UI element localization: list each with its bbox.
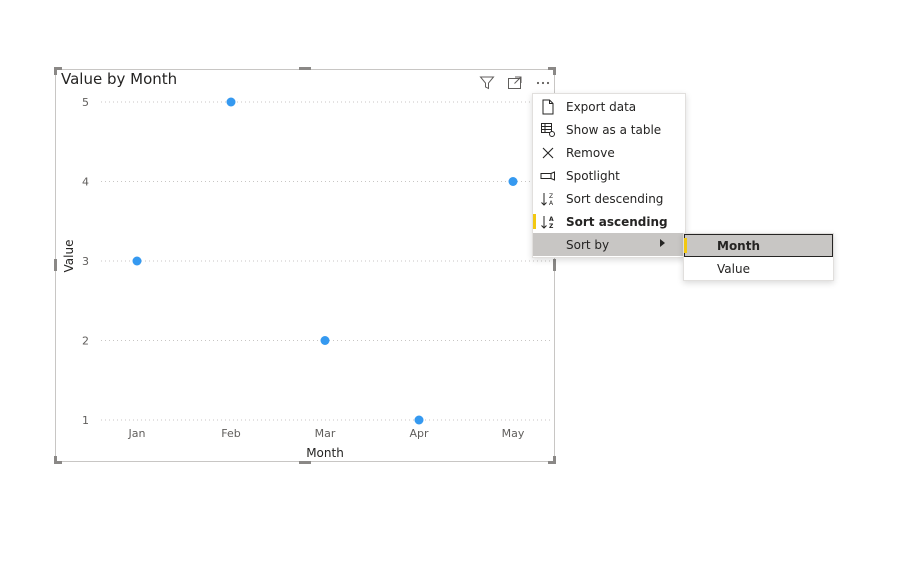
visual-title: Value by Month <box>61 70 178 88</box>
x-tick-label: Apr <box>409 427 429 440</box>
menu-item-sort-by[interactable]: Sort by <box>533 233 685 256</box>
resize-handle-top-left-v[interactable] <box>54 67 57 75</box>
resize-handle-bottom[interactable] <box>299 461 311 464</box>
resize-handle-left[interactable] <box>54 259 57 271</box>
y-tick-label: 1 <box>82 414 89 427</box>
caret-right-icon <box>660 239 665 247</box>
submenu-item-label: Month <box>717 238 761 253</box>
menu-item-label: Sort by <box>566 237 610 252</box>
resize-handle-top-right-v[interactable] <box>553 67 556 75</box>
y-axis-ticks: 1 2 3 4 5 <box>82 96 89 427</box>
more-options-icon[interactable] <box>534 74 552 92</box>
menu-item-show-as-table[interactable]: Show as a table <box>533 118 685 141</box>
menu-item-label: Remove <box>566 145 615 160</box>
sort-descending-icon: Z A <box>540 191 556 207</box>
menu-item-spotlight[interactable]: Spotlight <box>533 164 685 187</box>
menu-item-sort-ascending[interactable]: A Z Sort ascending <box>533 210 685 233</box>
x-tick-label: May <box>502 427 525 440</box>
x-tick-label: Jan <box>128 427 146 440</box>
active-indicator <box>684 238 687 253</box>
menu-item-label: Show as a table <box>566 122 662 137</box>
y-tick-label: 5 <box>82 96 89 109</box>
show-as-table-icon <box>540 122 556 138</box>
sort-ascending-icon: A Z <box>540 214 556 230</box>
svg-text:A: A <box>549 216 554 223</box>
data-point[interactable] <box>414 415 424 425</box>
submenu-item-month[interactable]: Month <box>684 234 833 257</box>
context-menu: Export data Show as a table Remove Spotl… <box>532 93 686 258</box>
chart-plot-area: 1 2 3 4 5 Jan Feb Mar Apr May Value Month <box>62 96 552 460</box>
menu-item-label: Sort descending <box>566 191 664 206</box>
focus-mode-icon[interactable] <box>506 74 524 92</box>
resize-handle-bottom-left-v[interactable] <box>54 456 57 464</box>
data-point[interactable] <box>226 97 236 107</box>
y-axis-title: Value <box>62 240 76 273</box>
submenu-item-value[interactable]: Value <box>684 257 833 280</box>
y-tick-label: 2 <box>82 335 89 348</box>
x-tick-label: Feb <box>221 427 240 440</box>
spotlight-icon <box>540 168 556 184</box>
resize-handle-top[interactable] <box>299 67 311 70</box>
y-tick-label: 3 <box>82 255 89 268</box>
menu-item-remove[interactable]: Remove <box>533 141 685 164</box>
x-tick-label: Mar <box>315 427 336 440</box>
menu-item-sort-descending[interactable]: Z A Sort descending <box>533 187 685 210</box>
x-axis-ticks: Jan Feb Mar Apr May <box>128 427 525 440</box>
scatter-visual[interactable]: 1 2 3 4 5 Jan Feb Mar Apr May Value Month Value … <box>55 69 555 462</box>
data-point[interactable] <box>508 177 518 186</box>
resize-handle-right[interactable] <box>553 259 556 271</box>
menu-item-label: Export data <box>566 99 637 114</box>
active-indicator <box>533 214 536 229</box>
sort-by-submenu: Month Value <box>683 233 834 281</box>
menu-item-label: Sort ascending <box>566 214 668 229</box>
resize-handle-bottom-right-v[interactable] <box>553 456 556 464</box>
x-axis-title: Month <box>306 446 344 460</box>
y-tick-label: 4 <box>82 176 89 189</box>
submenu-item-label: Value <box>717 261 750 276</box>
svg-text:Z: Z <box>549 223 554 230</box>
data-point[interactable] <box>320 336 330 345</box>
filter-icon[interactable] <box>478 74 496 92</box>
svg-text:A: A <box>549 200 554 207</box>
data-point[interactable] <box>132 256 142 266</box>
menu-item-export-data[interactable]: Export data <box>533 95 685 118</box>
menu-item-label: Spotlight <box>566 168 620 183</box>
export-data-icon <box>540 99 556 115</box>
remove-icon <box>540 145 556 161</box>
svg-text:Z: Z <box>549 193 553 200</box>
gridlines <box>101 101 552 421</box>
visual-header <box>478 74 552 92</box>
